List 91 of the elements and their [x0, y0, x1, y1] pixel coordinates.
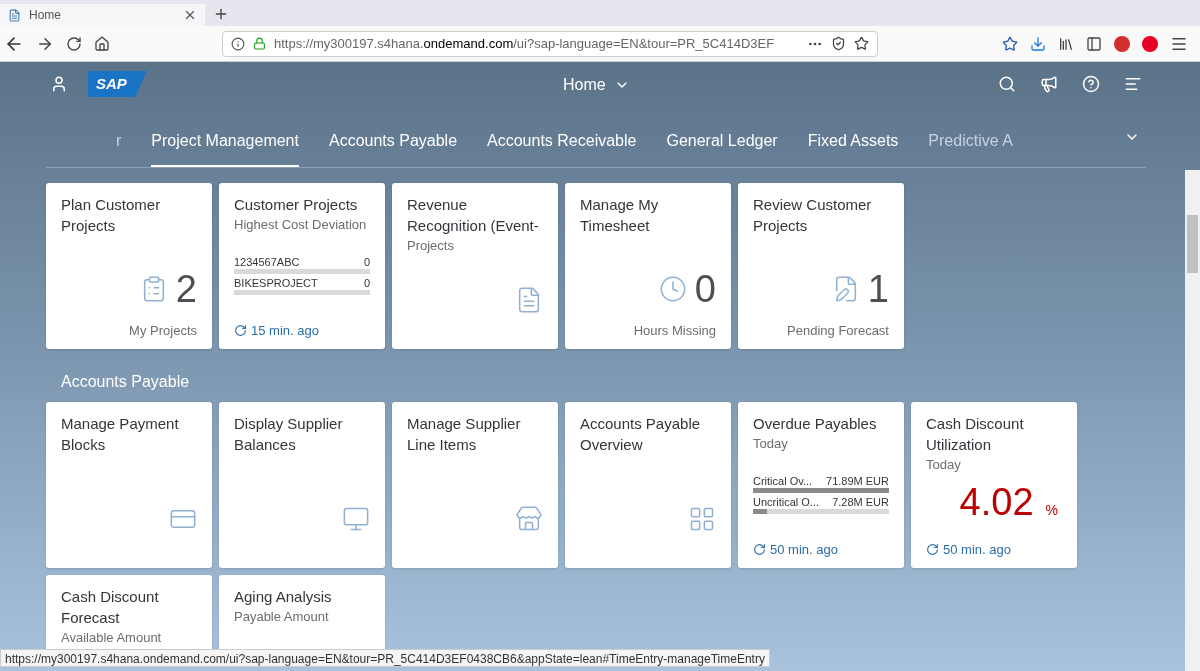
- sidebar-icon[interactable]: [1086, 35, 1102, 52]
- bar-value: 0: [363, 254, 370, 269]
- section-title: Accounts Payable: [60, 372, 191, 392]
- refresh-icon: [753, 542, 766, 556]
- refresh-icon: [926, 542, 939, 556]
- bar-label: BIKESPROJECT: [234, 275, 318, 290]
- pin-icon[interactable]: [1142, 35, 1158, 52]
- refresh-time: 50 min. ago: [943, 540, 1011, 559]
- bar-label: Critical Ov...: [753, 473, 813, 488]
- tile-subtitle: Highest Cost Deviation: [234, 216, 368, 234]
- refresh-time: 15 min. ago: [251, 321, 319, 340]
- reload-icon[interactable]: [66, 35, 82, 52]
- app-tile[interactable]: Manage Payment Blocks: [46, 402, 212, 568]
- browser-tab[interactable]: Home: [0, 4, 205, 26]
- app-tile[interactable]: Cash Discount Forecast Available Amount: [46, 575, 212, 649]
- app-tile[interactable]: Display Supplier Balances: [219, 402, 385, 568]
- bar-label: 1234567ABC: [234, 254, 300, 269]
- app-tile[interactable]: Overdue Payables Today Critical Ov... 71.89M EUR Uncritical O... 7.28M EUR 50 min. ago: [738, 402, 904, 568]
- tile-number: 1: [867, 268, 889, 309]
- tile-subtitle: Available Amount: [61, 629, 163, 647]
- tile-number: 0: [694, 268, 716, 309]
- tile-title: Customer Projects: [234, 195, 359, 215]
- category-tab[interactable]: Accounts Payable: [328, 129, 458, 167]
- notifications-icon[interactable]: [1124, 75, 1142, 93]
- app-tile[interactable]: Plan Customer Projects 2 My Projects: [46, 183, 212, 349]
- scrollbar[interactable]: [1185, 170, 1200, 671]
- star-icon[interactable]: [854, 36, 869, 51]
- tile-footer: Pending Forecast: [753, 320, 889, 340]
- category-tab[interactable]: General Ledger: [666, 129, 778, 167]
- tile-number: 2: [175, 268, 197, 309]
- megaphone-icon[interactable]: [1040, 75, 1058, 93]
- app-tile[interactable]: Aging Analysis Payable Amount: [219, 575, 385, 649]
- home-menu-button[interactable]: Home: [563, 73, 630, 97]
- tab-title: Home: [29, 7, 62, 24]
- tile-subtitle: Projects: [407, 237, 455, 255]
- tile-title: Plan Customer Projects: [61, 195, 162, 236]
- tile-title: Review Customer Projects: [753, 195, 873, 236]
- library-icon[interactable]: [1058, 35, 1074, 52]
- help-icon[interactable]: [1082, 75, 1100, 93]
- tile-title: Revenue Recognition (Event-: [407, 195, 540, 236]
- tile-title: Manage My Timesheet: [580, 195, 660, 236]
- tile-title: Aging Analysis: [234, 587, 333, 607]
- info-icon[interactable]: [231, 36, 245, 51]
- kpi-unit: %: [1045, 500, 1058, 520]
- tile-title: Manage Payment Blocks: [61, 414, 180, 455]
- tile-title: Cash Discount Forecast: [61, 587, 160, 628]
- app-tile[interactable]: Revenue Recognition (Event- Projects: [392, 183, 558, 349]
- sap-logo[interactable]: SAP: [88, 71, 147, 97]
- category-tab[interactable]: Project Management: [151, 129, 299, 167]
- user-icon[interactable]: [50, 75, 68, 93]
- bookmark-icon[interactable]: [1002, 35, 1018, 52]
- bar-value: 7.28M EUR: [832, 494, 889, 509]
- app-tile[interactable]: Cash Discount Utilization Today 4.02 % 50 min. ago: [911, 402, 1077, 568]
- kpi-value: 4.02: [959, 481, 1034, 522]
- refresh-icon: [234, 323, 247, 337]
- home-icon[interactable]: [94, 35, 110, 52]
- app-tile[interactable]: Manage Supplier Line Items: [392, 402, 558, 568]
- url-text: https://my300197.s4hana.ondemand.com/ui?sap-language=EN&tour=PR_5C414D3EF: [274, 34, 776, 53]
- grid-icon: [688, 505, 716, 533]
- tile-title: Display Supplier Balances: [234, 414, 344, 455]
- tile-subtitle: Today: [926, 456, 962, 474]
- link-status-bar: https://my300197.s4hana.ondemand.com/ui?sap-language=EN&tour=PR_5C414D3EF0438CB6&appState=lean#TimeEntry-manageTimeEntry: [0, 649, 770, 667]
- tile-footer: My Projects: [61, 320, 197, 340]
- bar-value: 0: [363, 275, 370, 290]
- tile-subtitle: Payable Amount: [234, 608, 330, 626]
- app-tile[interactable]: Manage My Timesheet 0 Hours Missing: [565, 183, 731, 349]
- monitor-icon: [342, 505, 370, 533]
- tile-title: Accounts Payable Overview: [580, 414, 702, 455]
- bar-value: 71.89M EUR: [826, 473, 889, 488]
- page-icon: [8, 8, 21, 22]
- refresh-time: 50 min. ago: [770, 540, 838, 559]
- tile-title: Cash Discount Utilization: [926, 414, 1025, 455]
- search-icon[interactable]: [998, 75, 1016, 93]
- lock-icon: [253, 37, 266, 50]
- tile-title: Overdue Payables: [753, 414, 878, 434]
- tile-title: Manage Supplier Line Items: [407, 414, 522, 455]
- download-icon[interactable]: [1030, 35, 1046, 52]
- category-tab[interactable]: Accounts Receivable: [487, 129, 637, 167]
- app-tile[interactable]: Customer Projects Highest Cost Deviation 1234567ABC 0 BIKESPROJECT 0 15 min. ago: [219, 183, 385, 349]
- address-bar[interactable]: https://my300197.s4hana.ondemand.com/ui?sap-language=EN&tour=PR_5C414D3EF: [222, 30, 878, 57]
- category-tab[interactable]: Fixed Assets: [807, 129, 899, 167]
- bar-label: Uncritical O...: [753, 494, 819, 509]
- shield-icon[interactable]: [831, 36, 846, 51]
- close-icon[interactable]: [183, 8, 197, 22]
- tile-footer: Hours Missing: [580, 320, 716, 340]
- adblock-icon[interactable]: [1114, 35, 1130, 52]
- new-tab-icon[interactable]: [213, 6, 229, 22]
- app-tile[interactable]: Review Customer Projects 1 Pending Forecast: [738, 183, 904, 349]
- store-icon: [515, 505, 543, 533]
- app-tile[interactable]: Accounts Payable Overview: [565, 402, 731, 568]
- tile-subtitle: Today: [753, 435, 789, 453]
